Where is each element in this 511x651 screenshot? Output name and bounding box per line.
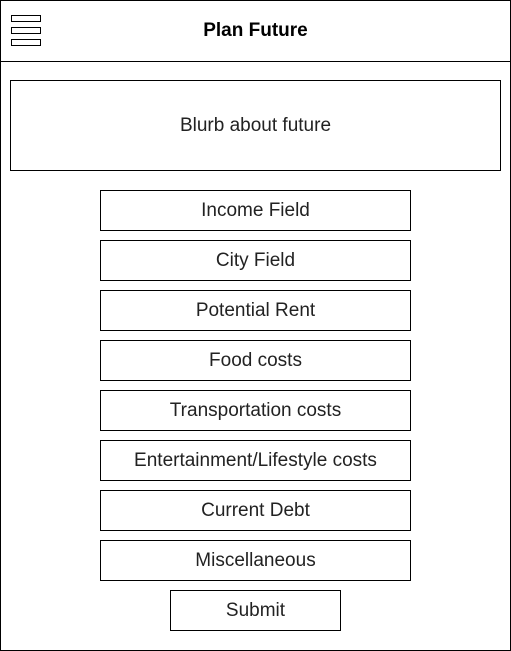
future-blurb: Blurb about future [10,80,501,171]
app-frame: Plan Future Blurb about future Income Fi… [0,0,511,651]
miscellaneous-field[interactable]: Miscellaneous [100,540,411,581]
page-title: Plan Future [203,20,308,41]
entertainment-lifestyle-costs-field[interactable]: Entertainment/Lifestyle costs [100,440,411,481]
submit-button[interactable]: Submit [170,590,341,631]
food-costs-field[interactable]: Food costs [100,340,411,381]
income-field[interactable]: Income Field [100,190,411,231]
current-debt-field[interactable]: Current Debt [100,490,411,531]
header-bar: Plan Future [1,1,510,62]
transportation-costs-field[interactable]: Transportation costs [100,390,411,431]
city-field[interactable]: City Field [100,240,411,281]
potential-rent-field[interactable]: Potential Rent [100,290,411,331]
